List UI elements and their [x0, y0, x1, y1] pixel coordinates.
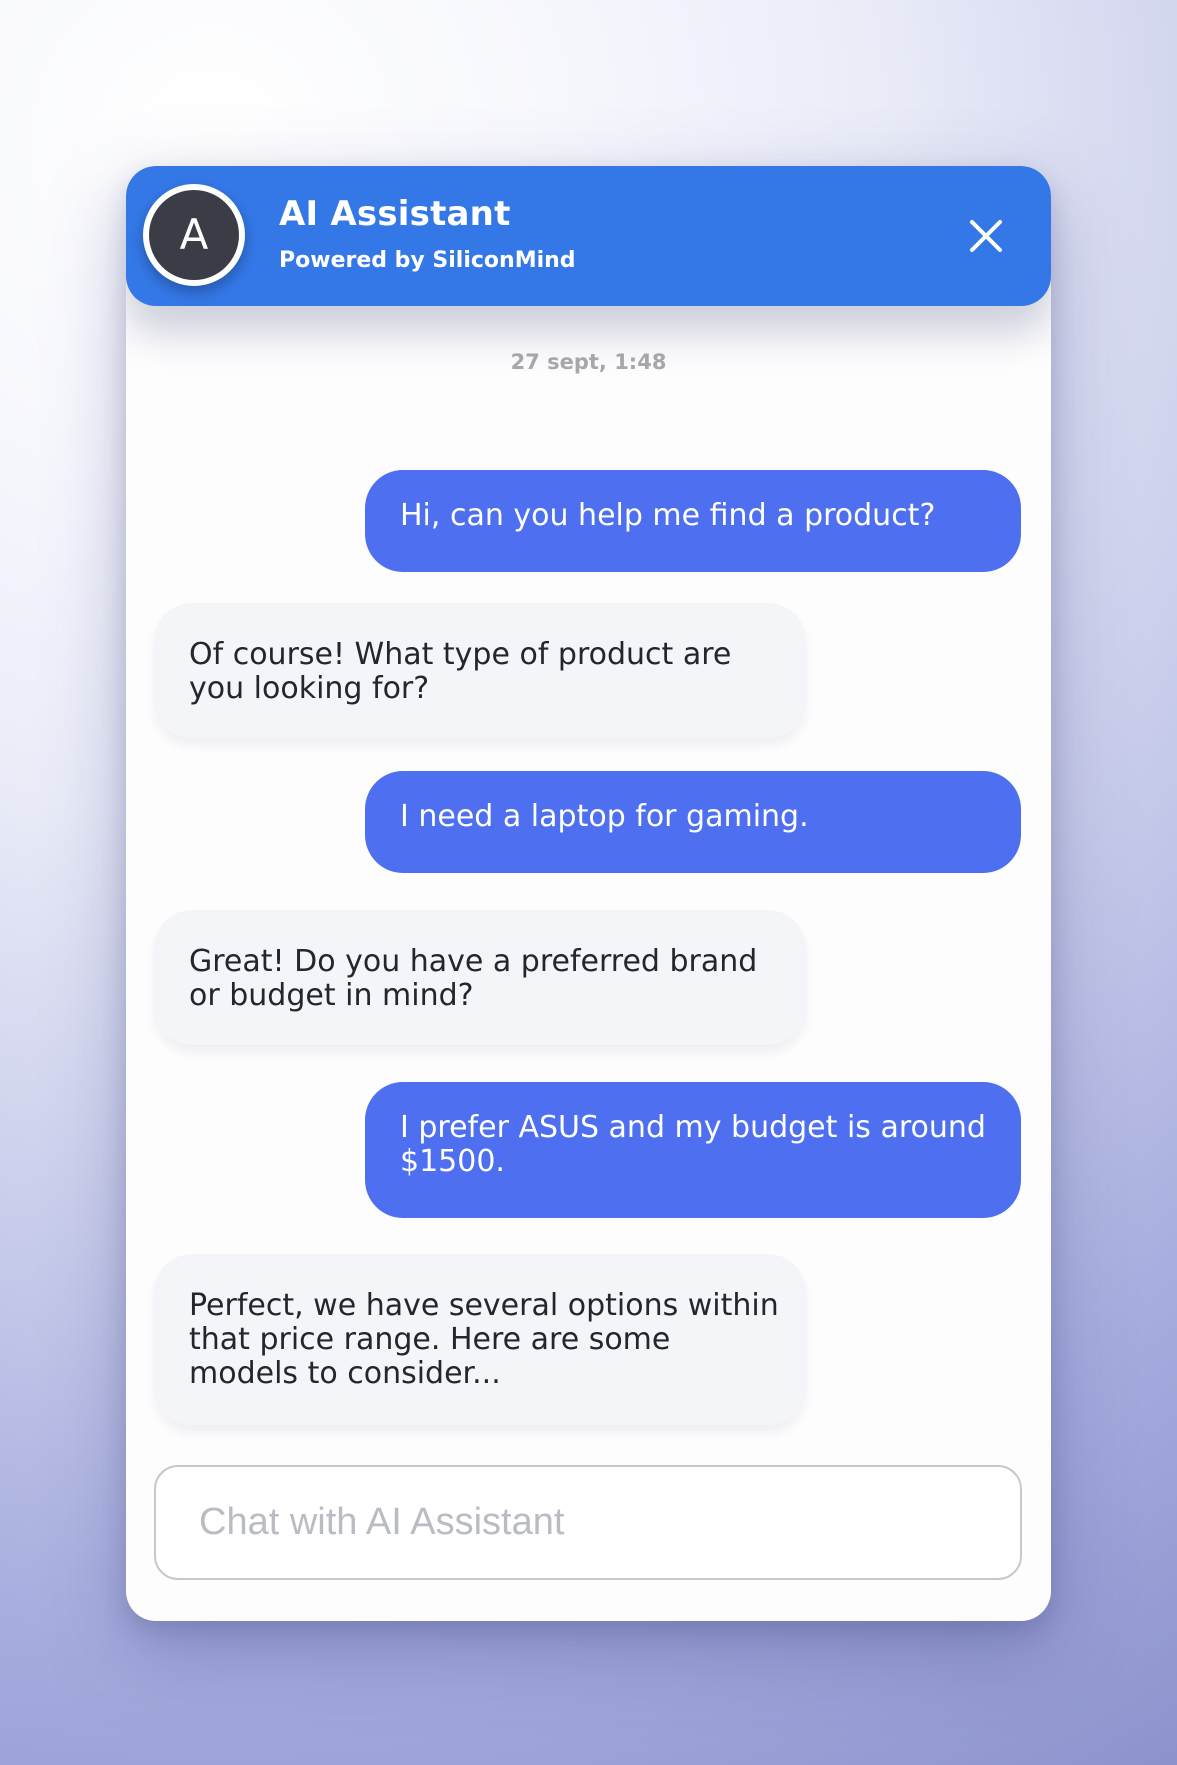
user-message: I need a laptop for gaming. [365, 771, 1021, 873]
avatar-initial: A [179, 210, 209, 259]
close-button[interactable] [964, 214, 1008, 258]
assistant-message: Of course! What type of product are you … [154, 603, 806, 738]
chat-window: A AI Assistant Powered by SiliconMind 27… [126, 166, 1051, 1621]
chat-header: A AI Assistant Powered by SiliconMind [126, 166, 1051, 306]
user-message: I prefer ASUS and my budget is around $1… [365, 1082, 1021, 1218]
assistant-avatar: A [143, 184, 245, 286]
close-icon [970, 220, 1002, 252]
assistant-title: AI Assistant [279, 194, 511, 234]
assistant-message: Great! Do you have a preferred brand or … [154, 910, 806, 1045]
assistant-message: Perfect, we have several options within … [154, 1254, 806, 1425]
message-timestamp: 27 sept, 1:48 [510, 350, 667, 374]
user-message: Hi, can you help me find a product? [365, 470, 1021, 572]
assistant-subtitle: Powered by SiliconMind [279, 248, 576, 273]
chat-input[interactable] [154, 1465, 1022, 1580]
